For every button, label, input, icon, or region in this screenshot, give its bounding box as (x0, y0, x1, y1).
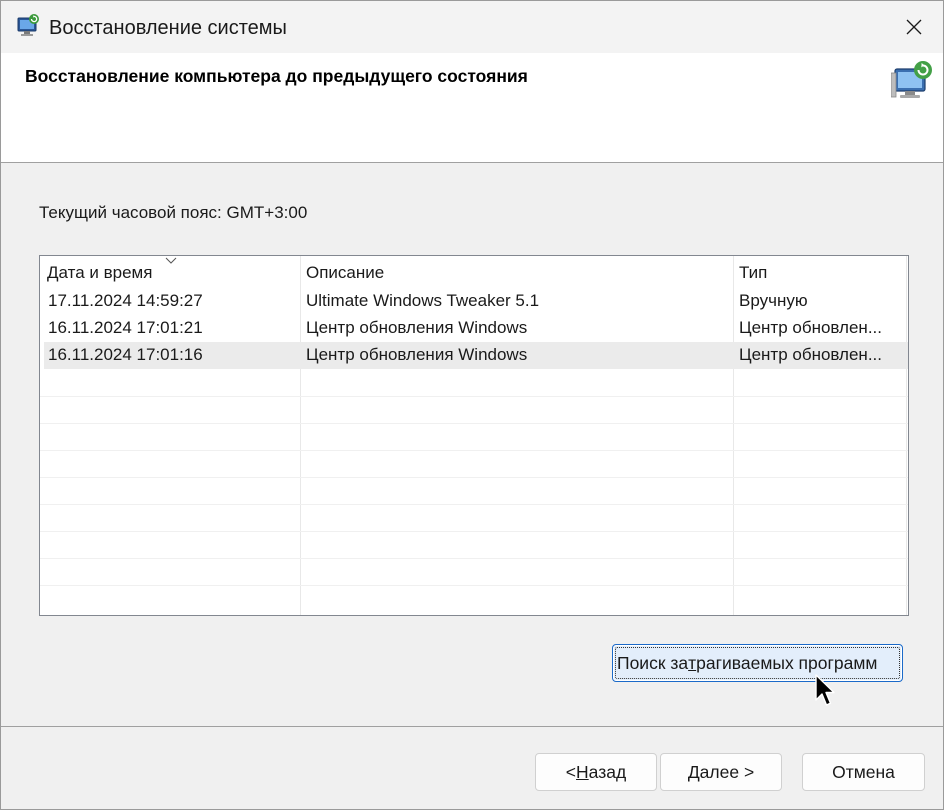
row-description: Центр обновления Windows (306, 318, 528, 337)
system-restore-dialog: Восстановление системы Восстановление ко… (0, 0, 944, 810)
row-date: 17.11.2024 14:59:27 (48, 291, 203, 310)
back-button[interactable]: < Назад (535, 753, 657, 791)
window-title: Восстановление системы (49, 17, 287, 39)
page-title: Восстановление компьютера до предыдущего… (25, 66, 528, 86)
row-description: Центр обновления Windows (306, 345, 528, 364)
system-restore-monitor-icon (891, 61, 932, 98)
column-header-description[interactable]: Описание (299, 256, 733, 288)
scan-label-part: Поиск за (617, 652, 689, 673)
header-band: Восстановление компьютера до предыдущего… (1, 53, 943, 163)
row-type: Центр обновлен... (739, 318, 882, 337)
row-date: 16.11.2024 17:01:16 (48, 345, 203, 364)
table-row-selected[interactable]: 16.11.2024 17:01:16 Центр обновления Win… (44, 342, 908, 369)
scan-label-part: рагиваемых программ (696, 652, 878, 673)
cancel-button[interactable]: Отмена (802, 753, 925, 791)
close-button[interactable] (885, 1, 943, 53)
next-accelerator: Д (687, 761, 700, 782)
list-header: Дата и время Описание Тип (40, 256, 908, 288)
row-type: Центр обновлен... (739, 345, 882, 364)
timezone-label: Текущий часовой пояс: GMT+3:00 (39, 203, 308, 222)
table-row[interactable]: 16.11.2024 17:01:21 Центр обновления Win… (44, 315, 908, 342)
row-description: Ultimate Windows Tweaker 5.1 (306, 291, 540, 310)
row-date: 16.11.2024 17:01:21 (48, 318, 203, 337)
mouse-pointer-icon (815, 674, 835, 706)
back-accelerator: Н (576, 761, 589, 782)
restore-points-list[interactable]: Дата и время Описание Тип 17.11.2024 14:… (39, 255, 909, 616)
back-label-part: азад (588, 761, 627, 782)
row-type: Вручную (739, 291, 808, 310)
table-row[interactable]: 17.11.2024 14:59:27 Ultimate Windows Twe… (44, 288, 908, 315)
scan-accelerator: т (688, 652, 697, 673)
next-button[interactable]: Далее > (660, 753, 782, 791)
scan-affected-programs-button[interactable]: Поиск за т рагиваемых программ (612, 644, 903, 682)
close-icon (906, 19, 922, 35)
next-label-part: алее > (699, 761, 755, 782)
title-bar[interactable]: Восстановление системы (1, 1, 943, 53)
system-restore-icon (17, 14, 39, 36)
footer-divider (1, 726, 943, 727)
column-header-type[interactable]: Тип (732, 256, 906, 288)
back-label-part: < (565, 761, 577, 782)
sort-descending-icon (165, 257, 177, 264)
